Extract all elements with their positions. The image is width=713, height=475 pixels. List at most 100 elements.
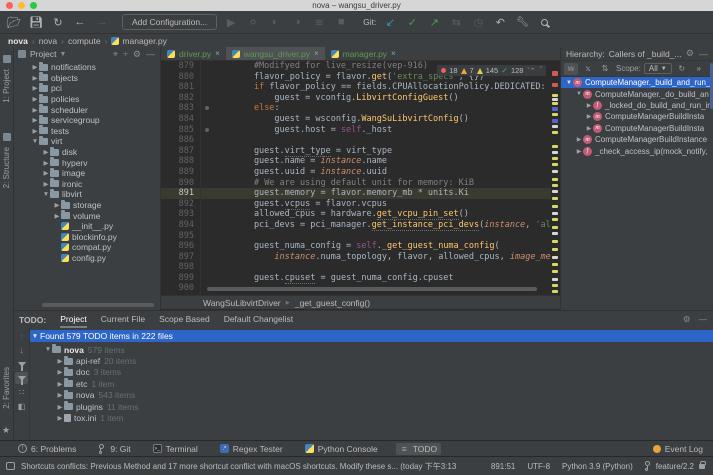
tool-window-button-regex[interactable]: .*Regex Tester [216, 443, 287, 455]
code-line[interactable]: 899 guest.cpuset = guest_numa_config.cpu… [161, 273, 560, 284]
overflow-icon[interactable]: » [692, 63, 706, 75]
close-tab-icon[interactable]: × [215, 49, 220, 58]
todo-tab[interactable]: Current File [101, 312, 145, 328]
stripe-mark[interactable] [552, 178, 558, 181]
gear-icon[interactable]: ⚙ [686, 48, 694, 59]
structure-tool-icon[interactable] [3, 133, 11, 141]
next-todo-icon[interactable]: ↓ [15, 344, 28, 356]
code-area[interactable]: 879 #Modifyed for live_resize(vep-916)88… [161, 61, 560, 295]
stripe-mark[interactable] [552, 102, 558, 105]
back-icon[interactable]: ← [72, 14, 88, 30]
tree-item[interactable]: ▶ironic [14, 179, 160, 190]
chevron-icon[interactable]: ▶ [56, 391, 64, 399]
event-log-button[interactable]: Event Log [653, 444, 703, 454]
chevron-icon[interactable]: ▶ [53, 201, 61, 209]
forward-icon[interactable]: → [94, 14, 110, 30]
tree-item[interactable]: ▶storage [14, 200, 160, 211]
code-line[interactable]: 891 guest.memory = flavor.memory_mb * un… [161, 188, 560, 199]
todo-summary-row[interactable]: ▼ Found 579 TODO items in 222 files [30, 330, 713, 342]
tool-window-button-problems[interactable]: !6: Problems [14, 443, 80, 455]
tool-window-button-git[interactable]: 9: Git [94, 443, 134, 455]
tool-stripe-structure[interactable]: 2: Structure [2, 147, 11, 188]
tool-window-button-python[interactable]: Python Console [301, 443, 382, 455]
refresh-icon[interactable]: ↻ [675, 63, 689, 75]
chevron-down-icon[interactable]: ▼ [59, 51, 66, 58]
profile-icon[interactable]: ◑ [289, 14, 305, 30]
stop-icon[interactable]: ■ [333, 14, 349, 30]
code-line[interactable]: 895 [161, 231, 560, 242]
code-line[interactable]: 890 # We are using default unit for memo… [161, 178, 560, 189]
todo-tree-item[interactable]: ▶etc1 item [30, 378, 713, 389]
undo-icon[interactable]: ↶ [492, 14, 508, 30]
tree-item[interactable]: ▶volume [14, 210, 160, 221]
chevron-icon[interactable]: ▶ [56, 368, 64, 376]
git-update-icon[interactable]: ↙ [382, 14, 398, 30]
todo-tree-item[interactable]: ▶plugins11 items [30, 401, 713, 412]
error-stripe[interactable] [551, 61, 560, 295]
file-encoding[interactable]: UTF-8 [527, 462, 550, 471]
chevron-icon[interactable]: ▶ [585, 125, 593, 132]
code-line[interactable]: 889 guest.uuid = instance.uuid [161, 167, 560, 178]
tool-window-button-todo[interactable]: ≡TODO [396, 443, 441, 455]
tree-item[interactable]: ▶disk [14, 147, 160, 158]
debug-icon[interactable]: ⚪︎ [245, 14, 261, 30]
stripe-mark[interactable] [552, 145, 558, 148]
chevron-icon[interactable]: ▼ [575, 91, 583, 97]
breadcrumb-class[interactable]: WangSuLibvirtDriver [203, 298, 281, 308]
gear-icon[interactable]: ⚙ [683, 314, 691, 325]
interpreter[interactable]: Python 3.9 (Python) [562, 462, 633, 471]
open-folder-icon[interactable]: 📂︎ [6, 14, 22, 30]
chevron-icon[interactable]: ▶ [53, 212, 61, 220]
chevron-icon[interactable]: ▼ [565, 80, 573, 86]
stripe-mark[interactable] [552, 197, 558, 200]
inspections-widget[interactable]: 18 7 145 ✓ 128 ˇ︎⌃ ˇ [437, 65, 546, 76]
stripe-mark[interactable] [552, 119, 558, 123]
chevron-icon[interactable]: ▶ [56, 357, 64, 365]
stripe-mark[interactable] [552, 240, 558, 243]
stripe-mark[interactable] [552, 71, 558, 76]
scope-select[interactable]: All ▼ [644, 63, 672, 74]
stripe-mark[interactable] [552, 125, 558, 128]
project-panel-title[interactable]: Project [30, 49, 56, 59]
tree-item[interactable]: ▶objects [14, 73, 160, 84]
previous-todo-icon[interactable]: ↑ [15, 330, 28, 342]
chevron-icon[interactable]: ▶ [56, 403, 64, 411]
chevron-icon[interactable]: ▶ [31, 63, 39, 71]
run-coverage-icon[interactable]: ◐ [267, 14, 283, 30]
hierarchy-item[interactable]: ▶f_check_access_ip(mock_notify, [561, 145, 713, 156]
stripe-mark[interactable] [552, 278, 558, 281]
editor-hscrollbar[interactable] [207, 287, 537, 291]
chevron-icon[interactable]: ▼ [44, 346, 52, 353]
chevron-icon[interactable]: ▶ [56, 380, 64, 388]
stripe-mark[interactable] [552, 190, 558, 193]
git-branch-widget[interactable]: feature/2.2 [645, 461, 705, 471]
stripe-mark[interactable] [552, 232, 558, 235]
editor-tab[interactable]: driver.py× [161, 47, 226, 60]
tree-item[interactable]: ▶image [14, 168, 160, 179]
group-by-icon[interactable]: ∷ [15, 386, 28, 398]
stripe-mark[interactable] [552, 205, 558, 208]
sync-icon[interactable]: ↻ [50, 14, 66, 30]
chevron-icon[interactable]: ▼ [42, 191, 50, 198]
chevron-icon[interactable]: ▶ [42, 169, 50, 177]
todo-tree-item[interactable]: ▶api-ref20 items [30, 355, 713, 366]
todo-tree-item[interactable]: ▶tox.ini1 item [30, 412, 713, 423]
todo-tree-item[interactable]: ▼nova579 items [30, 344, 713, 355]
breadcrumb-item[interactable]: manager.py [122, 36, 166, 46]
stripe-mark[interactable] [552, 107, 558, 111]
todo-tab[interactable]: Project [60, 312, 86, 328]
collapse-all-icon[interactable]: ÷ [123, 49, 128, 59]
run-icon[interactable]: ▶ [223, 14, 239, 30]
caret-position[interactable]: 891:51 [491, 462, 515, 471]
stripe-mark[interactable] [552, 94, 558, 97]
prev-issue-icon[interactable]: ˇ︎⌃ [527, 67, 535, 75]
code-line[interactable]: 894 pci_devs = pci_manager.get_instance_… [161, 220, 560, 231]
chevron-icon[interactable]: ▶ [31, 74, 39, 82]
tree-item[interactable]: ▶notifications [14, 62, 160, 73]
hierarchy-item[interactable]: ▶f_locked_do_build_and_run_ir [561, 100, 713, 111]
chevron-icon[interactable]: ▶ [31, 116, 39, 124]
chevron-icon[interactable]: ▶ [585, 102, 593, 109]
git-commit-icon[interactable]: ✓ [404, 14, 420, 30]
stripe-mark[interactable] [552, 151, 558, 154]
todo-tab[interactable]: Default Changelist [224, 312, 293, 328]
